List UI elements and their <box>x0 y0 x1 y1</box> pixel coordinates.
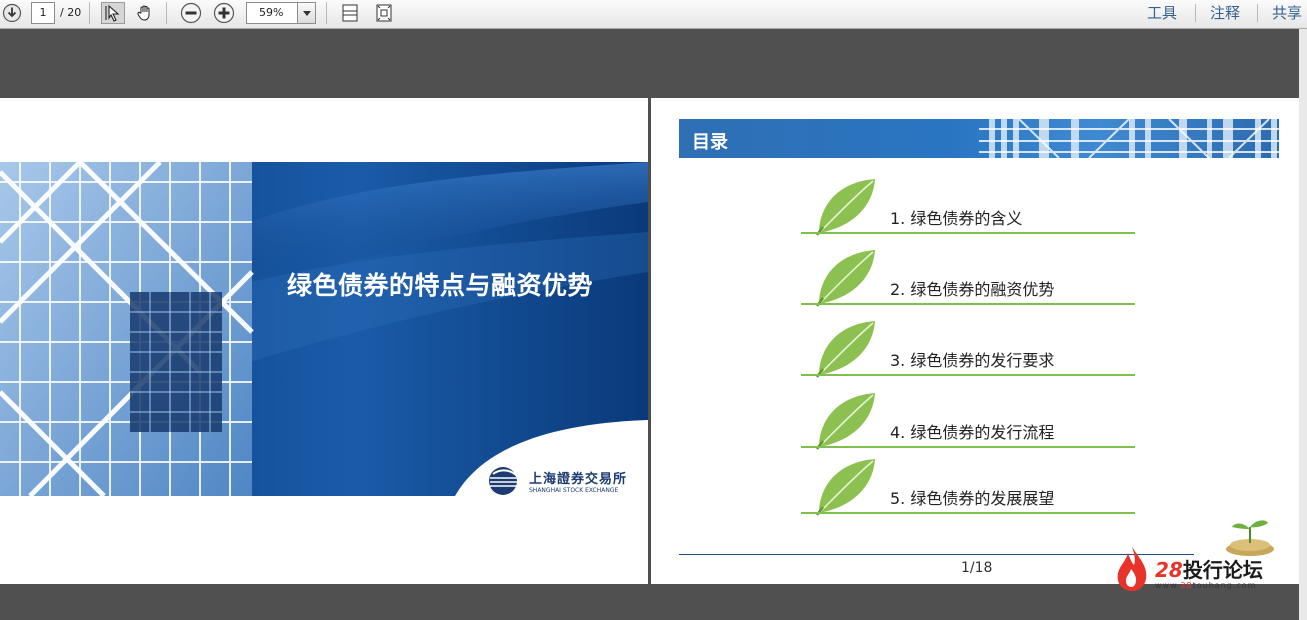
toc-item-label: 2. 绿色债券的融资优势 <box>890 280 1055 299</box>
toc-item-label: 3. 绿色债券的发行要求 <box>890 351 1055 370</box>
sse-logo-en: SHANGHAI STOCK EXCHANGE <box>529 487 619 494</box>
chevron-down-icon <box>302 10 311 16</box>
watermark-url-highlight: 28 <box>1180 581 1193 590</box>
zoom-level-input[interactable]: 59% <box>246 2 298 24</box>
hand-tool-icon[interactable] <box>133 2 157 24</box>
sse-logo-cn: 上海證券交易所 <box>529 472 628 487</box>
fit-width-icon[interactable] <box>338 2 362 24</box>
vertical-scrollbar[interactable] <box>1299 29 1307 620</box>
toc-item: 5. 绿色债券的发展展望 <box>801 457 1135 529</box>
toc-title: 目录 <box>692 132 728 153</box>
leaf-icon <box>816 179 875 236</box>
toolbar-divider <box>1195 4 1196 22</box>
zoom-dropdown-button[interactable] <box>297 2 316 24</box>
toc-item-label: 4. 绿色债券的发行流程 <box>890 423 1055 442</box>
toc-item-label: 1. 绿色债券的含义 <box>890 209 1023 228</box>
slide-page-number: 1/18 <box>961 560 993 576</box>
toc-item: 3. 绿色债券的发行要求 <box>801 319 1135 391</box>
toc-item-label: 5. 绿色债券的发展展望 <box>890 489 1055 508</box>
comment-link[interactable]: 注释 <box>1210 3 1240 23</box>
toc-item: 1. 绿色债券的含义 <box>801 177 1135 249</box>
page-total-label: / 20 <box>60 6 82 19</box>
slide-page-1: 绿色债券的特点与融资优势 上海證券交易所 SHANGHAI STOCK EXCH… <box>0 98 648 584</box>
slide-page-2: 目录 1. 绿色债券的含义 2. 绿色债券的融资优势 3. 绿色债券的发行要求 <box>651 98 1299 584</box>
toolbar-divider <box>89 2 90 24</box>
toc-divider <box>801 374 1135 376</box>
sse-emblem-icon <box>489 467 518 495</box>
toolbar: 1 / 20 59% 工具 注释 共享 <box>0 0 1307 29</box>
share-link[interactable]: 共享 <box>1272 3 1302 23</box>
toc-divider <box>801 446 1135 448</box>
toolbar-divider <box>166 2 167 24</box>
toc-divider <box>801 512 1135 514</box>
toc-divider <box>801 232 1135 234</box>
watermark-name: 投行论坛 <box>1182 558 1263 582</box>
leaf-icon <box>816 459 875 516</box>
watermark-logo: 28投行论坛 www.28touhang.com <box>1110 515 1300 597</box>
leaf-icon <box>816 250 875 307</box>
download-icon[interactable] <box>0 2 24 24</box>
page-number-input[interactable]: 1 <box>31 2 55 24</box>
watermark-number: 28 <box>1155 558 1183 582</box>
watermark-brand: 28投行论坛 <box>1155 554 1263 583</box>
toc-item: 4. 绿色债券的发行流程 <box>801 391 1135 463</box>
toolbar-divider <box>326 2 327 24</box>
flame-icon <box>1117 547 1147 592</box>
toc-item: 2. 绿色债券的融资优势 <box>801 248 1135 320</box>
watermark-url-prefix: www. <box>1155 581 1181 590</box>
zoom-in-icon[interactable] <box>212 2 236 24</box>
zoom-out-icon[interactable] <box>179 2 203 24</box>
watermark-url-suffix: touhang.com <box>1192 581 1257 590</box>
tools-link[interactable]: 工具 <box>1147 3 1177 23</box>
toc-header-bar: 目录 <box>679 119 1279 158</box>
toolbar-divider <box>1257 4 1258 22</box>
sse-logo: 上海證券交易所 SHANGHAI STOCK EXCHANGE <box>487 466 637 500</box>
header-building-image <box>979 119 1279 158</box>
select-tool-icon[interactable] <box>101 2 125 24</box>
leaf-icon <box>816 393 875 450</box>
leaf-icon <box>816 321 875 378</box>
coins-sprout-icon <box>1226 520 1274 556</box>
toc-divider <box>801 303 1135 305</box>
cover-banner <box>0 162 648 496</box>
slide-title: 绿色债券的特点与融资优势 <box>286 271 593 300</box>
watermark-url: www.28touhang.com <box>1155 581 1256 590</box>
fit-page-icon[interactable] <box>372 2 396 24</box>
